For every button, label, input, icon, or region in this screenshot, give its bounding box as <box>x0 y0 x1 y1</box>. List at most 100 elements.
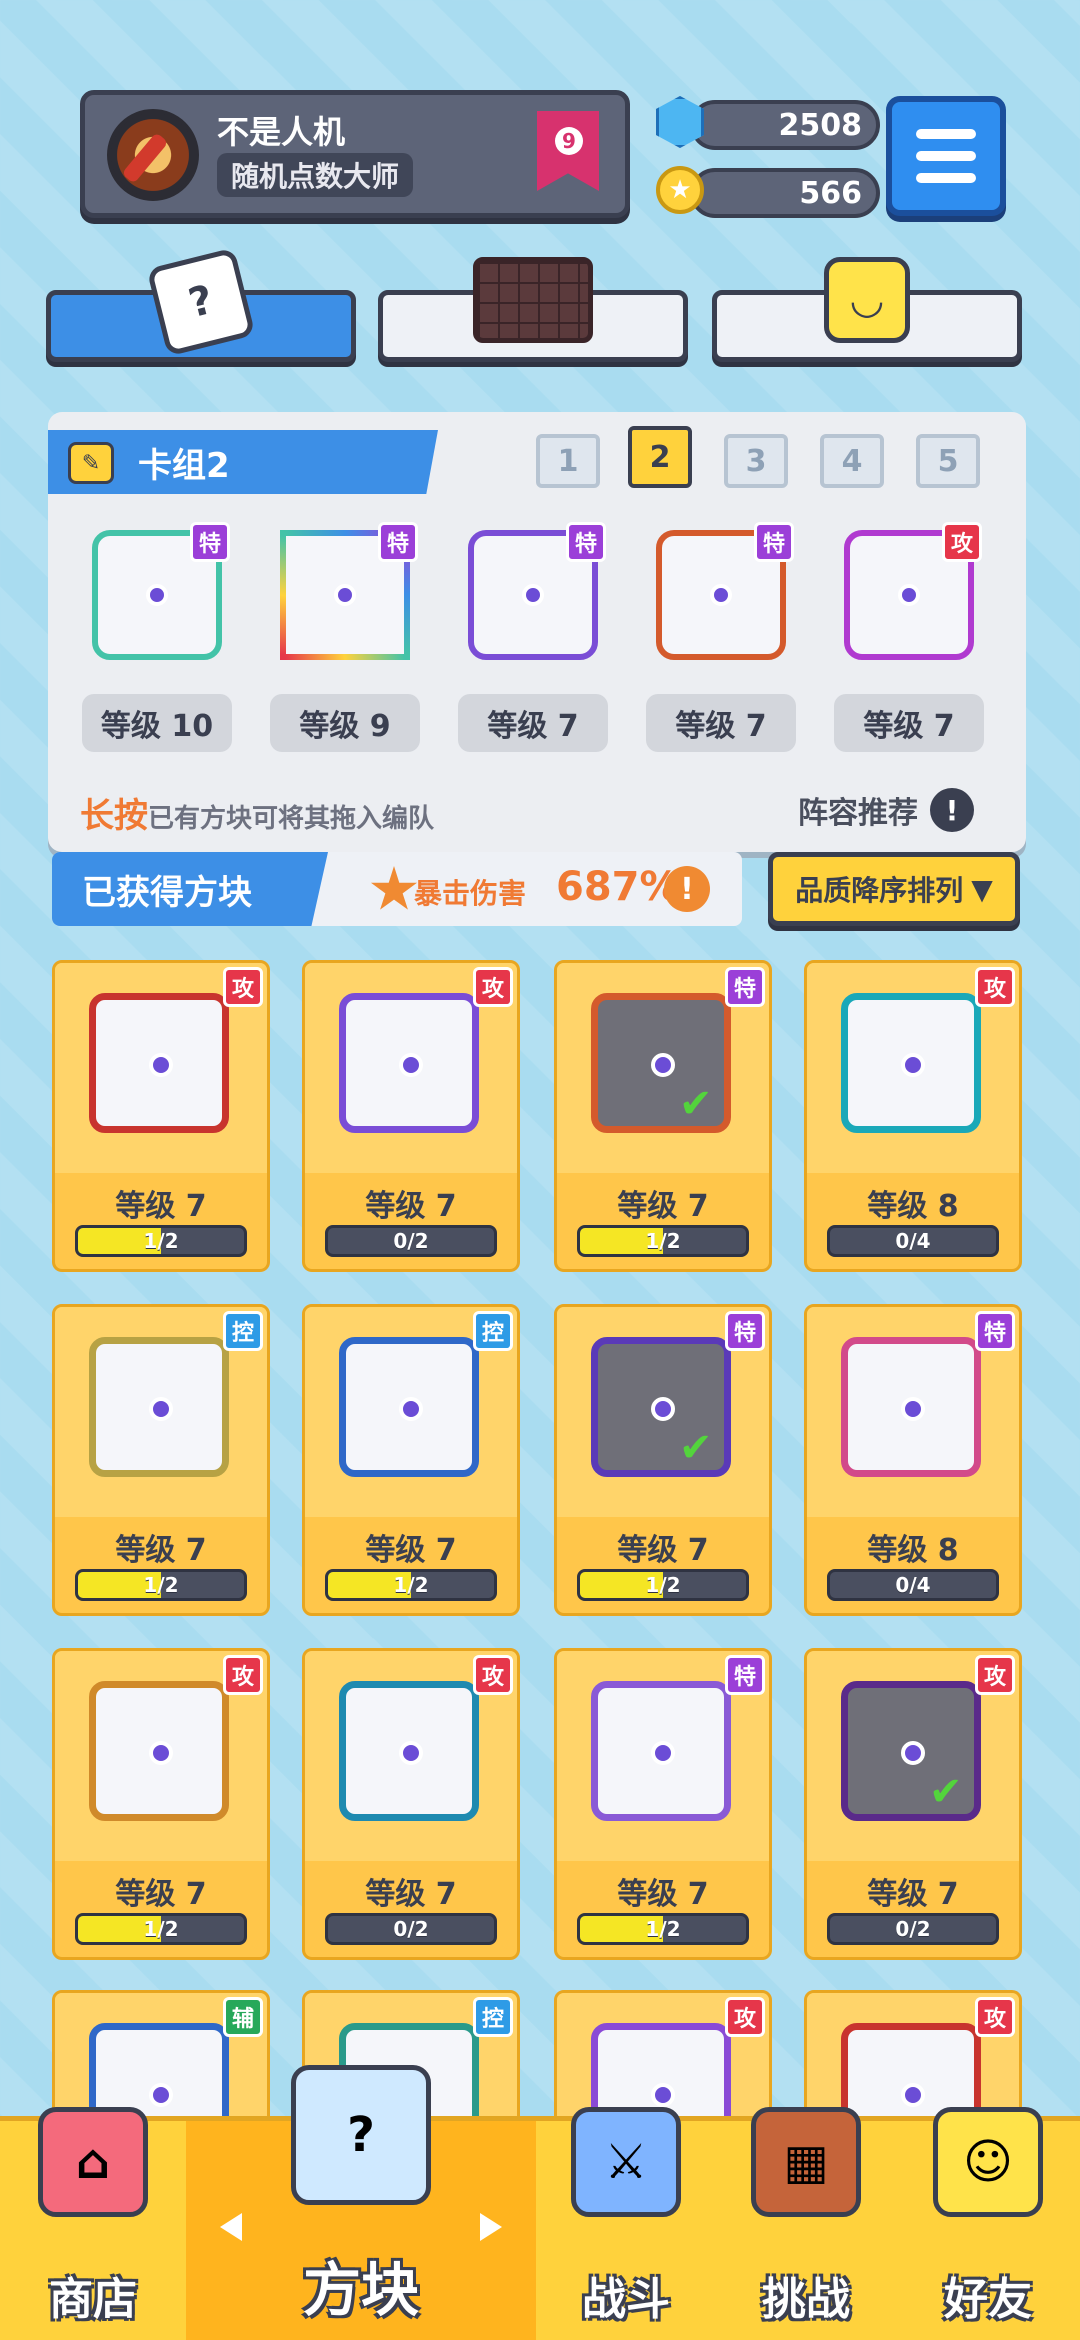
inventory-card[interactable]: 特 ✔ 等级 7 1/2 <box>554 960 772 1272</box>
lineup-recommend-button[interactable]: 阵容推荐 ! <box>798 788 974 832</box>
deck-tab-3[interactable]: 3 <box>724 434 788 488</box>
recommend-label: 阵容推荐 <box>798 796 918 831</box>
crit-burst-icon <box>370 866 418 910</box>
crit-info-icon[interactable]: ! <box>664 866 710 912</box>
deck-card[interactable]: 特 <box>84 522 230 668</box>
nav-blocks[interactable]: ? 方块 <box>186 2065 536 2340</box>
coin-counter: 566 <box>690 168 880 218</box>
profile-card[interactable]: 不是人机 随机点数大师 9 <box>80 90 630 218</box>
progress-text: 1/2 <box>143 1917 179 1941</box>
drag-hint: 长按已有方块可将其拖入编队 <box>80 788 434 837</box>
arrow-right-icon[interactable] <box>480 2213 502 2241</box>
dice-pip <box>146 584 168 606</box>
shop-icon: ⌂ <box>38 2107 148 2217</box>
deck-tab-2[interactable]: 2 <box>628 426 692 488</box>
bottom-nav: ⌂ 商店 ? 方块 ⚔ 战斗 ▦ 挑战 ☺ 好友 <box>0 2065 1080 2340</box>
upgrade-progress-bar: 0/2 <box>325 1225 497 1257</box>
equipped-check-icon: ✔ <box>929 1769 963 1815</box>
nav-challenge[interactable]: ▦ 挑战 <box>716 2107 896 2340</box>
dice-pip <box>399 1053 423 1077</box>
dice-icon: ? <box>146 247 256 357</box>
upgrade-progress-bar: 1/2 <box>325 1569 497 1601</box>
hint-highlight: 长按 <box>80 796 148 836</box>
dice-pip <box>901 1053 925 1077</box>
dice-pip <box>651 1053 675 1077</box>
dice-pip <box>522 584 544 606</box>
smiley-face-icon: ◡ <box>824 257 910 343</box>
progress-text: 1/2 <box>143 1573 179 1597</box>
upgrade-progress-bar: 1/2 <box>75 1225 247 1257</box>
sort-dropdown[interactable]: 品质降序排列 ▼ <box>768 852 1020 926</box>
deck-tab-4[interactable]: 4 <box>820 434 884 488</box>
deck-card[interactable]: 特 <box>648 522 794 668</box>
card-level: 等级 7 <box>617 1533 709 1568</box>
nav-friends[interactable]: ☺ 好友 <box>896 2107 1080 2340</box>
nav-battle[interactable]: ⚔ 战斗 <box>536 2107 716 2340</box>
type-tag: 攻 <box>473 967 513 1007</box>
inventory-card[interactable]: 攻等级 7 0/2 <box>302 1648 520 1960</box>
progress-text: 0/4 <box>895 1573 931 1597</box>
nav-label: 商店 <box>49 2274 137 2325</box>
type-tag: 攻 <box>975 1997 1015 2037</box>
type-tag: 攻 <box>975 1655 1015 1695</box>
inventory-card[interactable]: 攻等级 7 0/2 <box>302 960 520 1272</box>
inventory-card[interactable]: 攻等级 7 1/2 <box>52 1648 270 1960</box>
nav-shop[interactable]: ⌂ 商店 <box>0 2107 186 2340</box>
pencil-icon[interactable]: ✎ <box>68 442 114 484</box>
deck-card-level: 等级 7 <box>834 694 984 752</box>
progress-text: 1/2 <box>393 1573 429 1597</box>
upgrade-progress-bar: 1/2 <box>577 1569 749 1601</box>
dice-pip <box>399 1741 423 1765</box>
type-tag: 攻 <box>223 967 263 1007</box>
inventory-card[interactable]: 控等级 7 1/2 <box>52 1304 270 1616</box>
deck-tab-5[interactable]: 5 <box>916 434 980 488</box>
inventory-card[interactable]: 攻 ✔ 等级 7 0/2 <box>804 1648 1022 1960</box>
type-tag: 辅 <box>223 1997 263 2037</box>
inventory-card[interactable]: 攻等级 8 0/4 <box>804 960 1022 1272</box>
inventory-card[interactable]: 特 ✔ 等级 7 1/2 <box>554 1304 772 1616</box>
dice-pip <box>149 1741 173 1765</box>
arrow-left-icon[interactable] <box>220 2213 242 2241</box>
friends-icon: ☺ <box>933 2107 1043 2217</box>
dice-pip <box>149 1053 173 1077</box>
deck-card[interactable]: 攻 <box>836 522 982 668</box>
nav-label: 方块 <box>302 2256 419 2324</box>
challenge-icon: ▦ <box>751 2107 861 2217</box>
deck-card-level: 等级 9 <box>270 694 420 752</box>
type-tag: 特 <box>566 522 606 562</box>
inventory-card[interactable]: 攻等级 7 1/2 <box>52 960 270 1272</box>
deck-card-level: 等级 7 <box>458 694 608 752</box>
deck-card[interactable]: 特 <box>460 522 606 668</box>
type-tag: 特 <box>725 1655 765 1695</box>
card-level: 等级 7 <box>115 1877 207 1912</box>
type-tag: 控 <box>473 1997 513 2037</box>
card-level: 等级 7 <box>365 1877 457 1912</box>
deck-card-level: 等级 7 <box>646 694 796 752</box>
type-tag: 特 <box>725 1311 765 1351</box>
tab-board[interactable] <box>378 257 688 362</box>
progress-text: 0/2 <box>393 1229 429 1253</box>
dice-box-icon: ? <box>291 2065 431 2205</box>
deck-tab-1[interactable]: 1 <box>536 434 600 488</box>
inventory-card[interactable]: 特等级 8 0/4 <box>804 1304 1022 1616</box>
menu-button[interactable] <box>886 96 1006 216</box>
dice-pip <box>651 1397 675 1421</box>
avatar[interactable] <box>107 109 199 201</box>
hint-text: 已有方块可将其拖入编队 <box>148 804 435 834</box>
type-tag: 攻 <box>725 1997 765 2037</box>
deck-card[interactable]: 特 <box>272 522 418 668</box>
inventory-card[interactable]: 特等级 7 1/2 <box>554 1648 772 1960</box>
tab-dice[interactable]: ? <box>46 247 356 362</box>
type-tag: 攻 <box>975 967 1015 1007</box>
tab-emote[interactable]: ◡ <box>712 257 1022 362</box>
nav-label: 战斗 <box>582 2274 670 2325</box>
menu-icon <box>916 129 976 139</box>
equipped-check-icon: ✔ <box>679 1081 713 1127</box>
card-level: 等级 7 <box>617 1877 709 1912</box>
sort-label: 品质降序排列 <box>795 874 964 907</box>
type-tag: 攻 <box>223 1655 263 1695</box>
progress-text: 1/2 <box>645 1573 681 1597</box>
inventory-card[interactable]: 控等级 7 1/2 <box>302 1304 520 1616</box>
type-tag: 特 <box>378 522 418 562</box>
info-icon: ! <box>930 788 974 832</box>
